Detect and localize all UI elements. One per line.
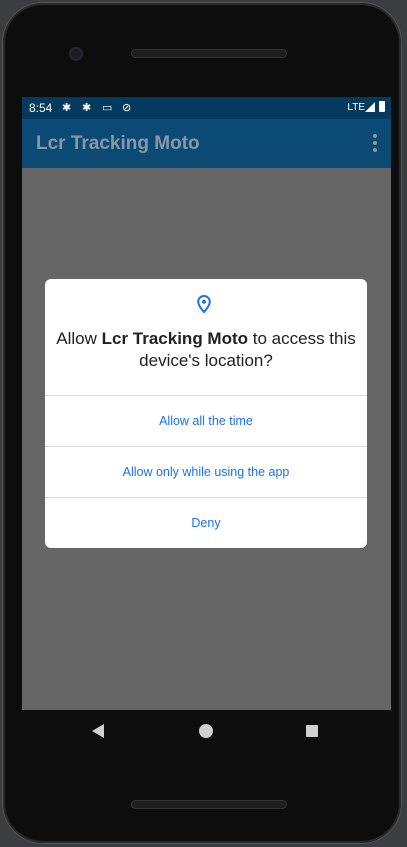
navigation-bar [22, 710, 391, 755]
status-time: 8:54 [29, 101, 53, 115]
home-icon[interactable] [199, 724, 213, 738]
battery-icon [379, 101, 385, 112]
allow-all-the-time-button[interactable]: Allow all the time [45, 395, 367, 446]
gear-icon: ✱ [62, 102, 72, 114]
top-speaker [131, 49, 287, 58]
screen: 8:54 ✱ ✱ ▭ ⊘ LTE Lcr Tracking Moto Allow… [22, 97, 391, 710]
status-bar: 8:54 ✱ ✱ ▭ ⊘ LTE [22, 97, 391, 119]
dialog-title: Allow Lcr Tracking Moto to access this d… [45, 328, 367, 372]
signal-icon [365, 102, 375, 112]
app-title: Lcr Tracking Moto [36, 133, 200, 154]
location-permission-dialog: Allow Lcr Tracking Moto to access this d… [45, 279, 367, 548]
no-disturb-icon: ⊘ [122, 102, 132, 114]
app-bar: Lcr Tracking Moto [22, 119, 391, 168]
location-pin-icon [197, 295, 211, 313]
keyboard-icon: ▭ [102, 102, 113, 114]
gear-icon: ✱ [82, 102, 92, 114]
overflow-menu-icon[interactable] [373, 134, 377, 152]
title-prefix: Allow [56, 329, 102, 348]
recents-icon[interactable] [306, 725, 318, 737]
network-type: LTE [347, 102, 365, 113]
back-icon[interactable] [92, 724, 104, 738]
bottom-speaker [131, 800, 287, 809]
allow-while-using-button[interactable]: Allow only while using the app [45, 446, 367, 497]
app-name: Lcr Tracking Moto [101, 329, 249, 348]
camera-icon [69, 47, 83, 61]
deny-button[interactable]: Deny [45, 497, 367, 548]
